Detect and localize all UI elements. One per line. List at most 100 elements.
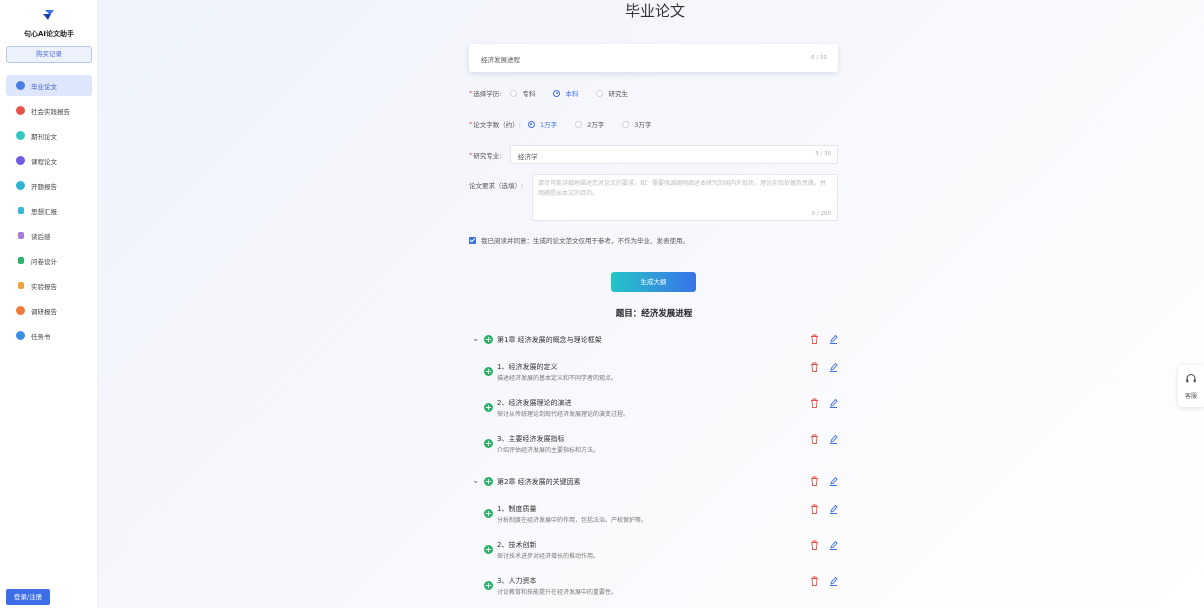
sidebar-item-reading[interactable]: 读后感 [6, 225, 92, 246]
add-icon[interactable]: + [484, 439, 493, 448]
requirement-placeholder: 请尽可能详细地描述您对论文的要求，如：需要强调阐明阐述本研究的国内外现状，理论实… [538, 180, 827, 197]
graduation-icon [16, 81, 25, 90]
customer-service-label: 客服 [1184, 393, 1197, 400]
radio-dot [510, 89, 518, 97]
sidebar-nav: 毕业论文 社会实践报告 期刊论文 课程论文 开题报告 思想汇报 读后感 问卷设计… [6, 75, 92, 350]
major-char-count: 3 / 30 [815, 151, 831, 157]
radio-20k-words[interactable]: 2万字 [575, 119, 604, 129]
section-title[interactable]: 2、技术创新 [497, 540, 536, 550]
chapter-title[interactable]: 第2章 经济发展的关键因素 [497, 477, 581, 487]
agreement-checkbox[interactable] [469, 236, 476, 244]
edit-icon[interactable] [829, 476, 838, 486]
major-input[interactable]: 经济学 3 / 30 [510, 145, 838, 164]
requirement-label: 论文要求（选填）: [469, 182, 524, 190]
major-label: 研究专业: [473, 152, 502, 160]
add-icon[interactable]: + [484, 403, 493, 412]
trash-icon[interactable] [810, 476, 819, 486]
course-icon [16, 156, 25, 165]
section-row: + 1、经济发展的定义 描述经济发展的基本定义和不同学者的观点。 [469, 362, 841, 384]
sidebar-item-label: 问卷设计 [31, 257, 57, 266]
radio-dot [527, 120, 535, 128]
edit-icon[interactable] [829, 504, 838, 514]
sidebar-item-course[interactable]: 课程论文 [6, 150, 92, 171]
major-label-row: * 研究专业: [469, 151, 502, 160]
brand-name: 句心AI论文助手 [23, 30, 75, 38]
trash-icon[interactable] [810, 362, 819, 372]
section-title[interactable]: 3、主要经济发展指标 [497, 434, 564, 444]
requirement-textarea[interactable]: 请尽可能详细地描述您对论文的要求，如：需要强调阐明阐述本研究的国内外现状，理论实… [532, 174, 838, 221]
experiment-icon [17, 282, 24, 289]
major-value: 经济学 [518, 152, 538, 161]
journal-icon [16, 131, 25, 140]
sidebar-item-journal[interactable]: 期刊论文 [6, 125, 92, 146]
chevron-down-icon[interactable]: ⌄ [472, 334, 480, 344]
generate-outline-button[interactable]: 生成大纲 [611, 272, 696, 292]
edit-icon[interactable] [829, 434, 838, 444]
sidebar-item-thought-report[interactable]: 思想汇报 [6, 200, 92, 221]
section-title[interactable]: 1、经济发展的定义 [497, 362, 557, 372]
section-title[interactable]: 1、制度质量 [497, 504, 536, 514]
sidebar-item-research[interactable]: 调研报告 [6, 300, 92, 321]
radio-undergraduate[interactable]: 本科 [553, 88, 578, 98]
trash-icon[interactable] [810, 576, 819, 586]
topic-value: 经济发展进程 [481, 56, 520, 64]
section-row: + 1、制度质量 分析制度在经济发展中的作用，包括法治、产权保护等。 [469, 504, 841, 526]
edit-icon[interactable] [829, 334, 838, 344]
trash-icon[interactable] [810, 398, 819, 408]
add-icon[interactable]: + [484, 367, 493, 376]
radio-junior-college[interactable]: 专科 [510, 88, 535, 98]
sidebar-item-label: 开题报告 [31, 182, 57, 191]
agreement-text: 我已阅读并同意：生成的论文范文仅用于参考，不作为毕业、发表使用。 [481, 237, 689, 245]
edit-icon[interactable] [829, 540, 838, 550]
add-icon[interactable]: + [484, 509, 493, 518]
section-row: + 2、技术创新 探讨技术进步对经济增长的推动作用。 [469, 540, 841, 562]
section-desc: 描述经济发展的基本定义和不同学者的观点。 [497, 375, 618, 382]
trash-icon[interactable] [810, 434, 819, 444]
trash-icon[interactable] [810, 334, 819, 344]
purchase-history-button[interactable]: 购买记录 [6, 46, 92, 63]
radio-dot [553, 89, 561, 97]
sidebar-item-label: 思想汇报 [31, 207, 57, 216]
radio-10k-words[interactable]: 1万字 [527, 119, 557, 129]
sidebar-item-proposal[interactable]: 开题报告 [6, 175, 92, 196]
sidebar-item-experiment[interactable]: 实验报告 [6, 275, 92, 296]
radio-30k-words[interactable]: 3万字 [622, 119, 651, 129]
sidebar-item-label: 毕业论文 [31, 82, 57, 91]
task-icon [16, 331, 25, 340]
radio-graduate[interactable]: 研究生 [596, 88, 628, 98]
word-count-label: 论文字数（约）: [473, 121, 521, 129]
section-desc: 讨论教育和技能提升在经济发展中的重要性。 [497, 589, 618, 596]
chapter-title[interactable]: 第1章 经济发展的概念与理论框架 [497, 335, 602, 345]
questionnaire-icon [17, 257, 24, 264]
sidebar-item-graduation[interactable]: 毕业论文 [6, 75, 92, 96]
section-title[interactable]: 2、经济发展理论的演进 [497, 398, 571, 408]
sidebar-item-questionnaire[interactable]: 问卷设计 [6, 250, 92, 271]
sidebar-item-label: 期刊论文 [31, 132, 57, 141]
page-title: 毕业论文 [624, 2, 685, 20]
agreement-row: 我已阅读并同意：生成的论文范文仅用于参考，不作为毕业、发表使用。 [469, 235, 689, 245]
chevron-down-icon[interactable]: ⌄ [472, 476, 480, 486]
proposal-icon [16, 181, 25, 190]
sidebar-item-task[interactable]: 任务书 [6, 325, 92, 346]
add-icon[interactable]: + [484, 545, 493, 554]
section-row: + 2、经济发展理论的演进 探讨从传统理论到现代经济发展理论的演变过程。 [469, 398, 841, 420]
add-icon[interactable]: + [484, 335, 493, 344]
edit-icon[interactable] [829, 576, 838, 586]
edit-icon[interactable] [829, 398, 838, 408]
customer-service-button[interactable]: 客服 [1178, 365, 1204, 407]
reading-icon [17, 232, 24, 239]
trash-icon[interactable] [810, 504, 819, 514]
section-desc: 探讨技术进步对经济增长的推动作用。 [497, 553, 600, 560]
section-desc: 介绍评估经济发展的主要指标和方法。 [497, 447, 600, 454]
login-register-button[interactable]: 登录/注册 [6, 589, 50, 605]
add-icon[interactable]: + [484, 477, 493, 486]
sidebar-item-label: 调研报告 [31, 307, 57, 316]
edit-icon[interactable] [829, 362, 838, 372]
degree-row: * 选择学历: 专科 本科 研究生 [469, 88, 628, 98]
sidebar-item-social-practice[interactable]: 社会实践报告 [6, 100, 92, 121]
trash-icon[interactable] [810, 540, 819, 550]
topic-input[interactable]: 经济发展进程 6 / 50 [469, 44, 838, 72]
section-title[interactable]: 3、人力资本 [497, 576, 536, 586]
add-icon[interactable]: + [484, 581, 493, 590]
section-row: + 3、人力资本 讨论教育和技能提升在经济发展中的重要性。 [469, 576, 841, 598]
